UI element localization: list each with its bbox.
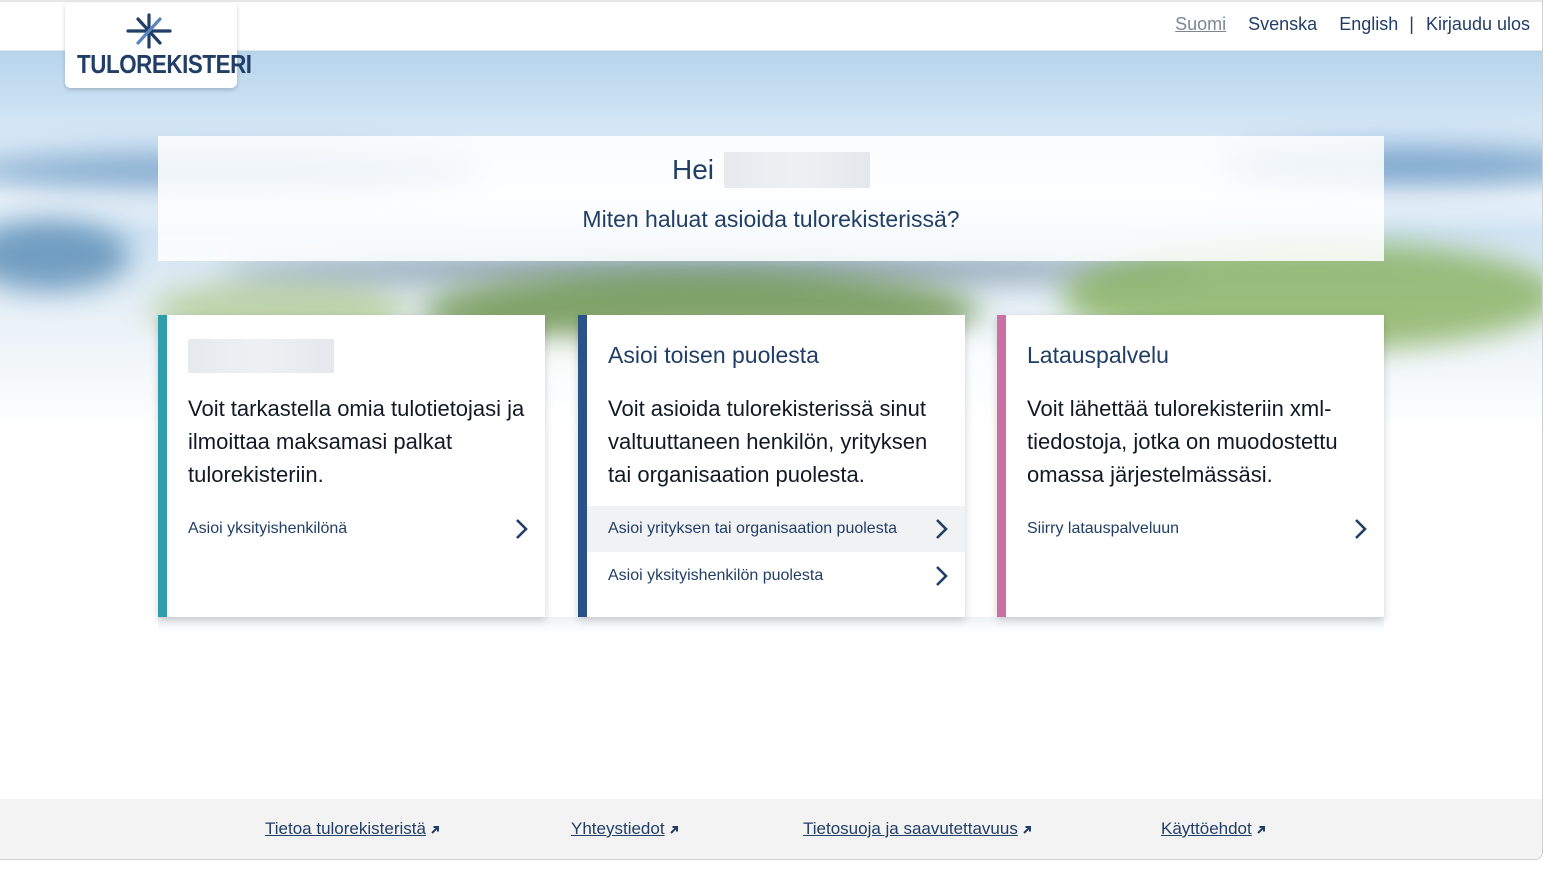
redacted-user-name [724,152,870,188]
nav-separator: | [1409,14,1414,34]
card-accent-bar [578,315,587,617]
external-link-arrow-icon [1023,826,1031,834]
footer-terms-link[interactable]: Käyttöehdot [1161,819,1266,839]
card-individual: Voit tarkastella omia tulotietojasi ja i… [158,315,545,617]
footer-about-link[interactable]: Tietoa tulorekisteristä [265,819,440,839]
greeting-panel: Hei Miten haluat asioida tulorekisteriss… [158,136,1384,261]
logout-link[interactable]: Kirjaudu ulos [1426,14,1530,35]
redacted-card-title [188,339,334,373]
footer: Tietoa tulorekisteristä Yhteystiedot Tie… [0,799,1542,859]
chevron-right-icon [936,566,948,586]
language-suomi-link[interactable]: Suomi [1175,14,1226,35]
individual-behalf-link[interactable]: Asioi yksityishenkilön puolesta [587,553,965,599]
card-upload-service: Latauspalvelu Voit lähettää tulorekister… [997,315,1384,617]
language-english-link[interactable]: English [1339,14,1398,35]
link-label: Siirry latauspalveluun [1027,520,1180,537]
individual-link[interactable]: Asioi yksityishenkilönä [167,506,545,552]
link-label: Tietoa tulorekisteristä [265,819,426,838]
cards-shadow [158,617,1384,633]
external-link-arrow-icon [669,826,678,834]
link-label: Tietosuoja ja saavutettavuus [803,819,1018,838]
external-link-arrow-icon [431,826,439,834]
card-title: Asioi toisen puolesta [608,342,819,368]
card-description: Voit tarkastella omia tulotietojasi ja i… [188,396,525,487]
company-behalf-link[interactable]: Asioi yrityksen tai organisaation puoles… [587,506,965,552]
footer-contact-link[interactable]: Yhteystiedot [571,819,679,839]
link-label: Asioi yrityksen tai organisaation puoles… [608,520,898,537]
card-description: Voit asioida tulorekisterissä sinut valt… [608,396,928,487]
asterisk-star-icon [126,13,172,49]
language-svenska-link[interactable]: Svenska [1248,14,1317,35]
greeting-question: Miten haluat asioida tulorekisterissä? [582,206,960,232]
card-accent-bar [158,315,167,617]
external-link-arrow-icon [1257,826,1265,834]
greeting-heading: Hei [158,152,1384,188]
upload-service-link[interactable]: Siirry latauspalveluun [1006,506,1384,552]
greeting-hello: Hei [671,154,714,185]
card-on-behalf: Asioi toisen puolesta Voit asioida tulor… [578,315,965,617]
card-accent-bar [997,315,1006,617]
card-description: Voit lähettää tulorekisteriin xml-tiedos… [1027,396,1338,487]
chevron-right-icon [516,519,528,539]
chevron-right-icon [936,519,948,539]
link-label: Yhteystiedot [571,819,665,838]
link-label: Käyttöehdot [1161,819,1252,838]
link-label: Asioi yksityishenkilön puolesta [608,567,824,584]
logo[interactable]: TULOREKISTERI [65,3,252,88]
footer-privacy-link[interactable]: Tietosuoja ja saavutettavuus [803,819,1032,839]
link-label: Asioi yksityishenkilönä [188,520,348,537]
chevron-right-icon [1355,519,1367,539]
language-nav: Suomi Svenska English | Kirjaudu ulos [1175,14,1530,35]
card-title: Latauspalvelu [1027,342,1169,368]
logo-text: TULOREKISTERI [77,49,252,79]
browser-page: Suomi Svenska English | Kirjaudu ulos TU… [0,0,1543,860]
